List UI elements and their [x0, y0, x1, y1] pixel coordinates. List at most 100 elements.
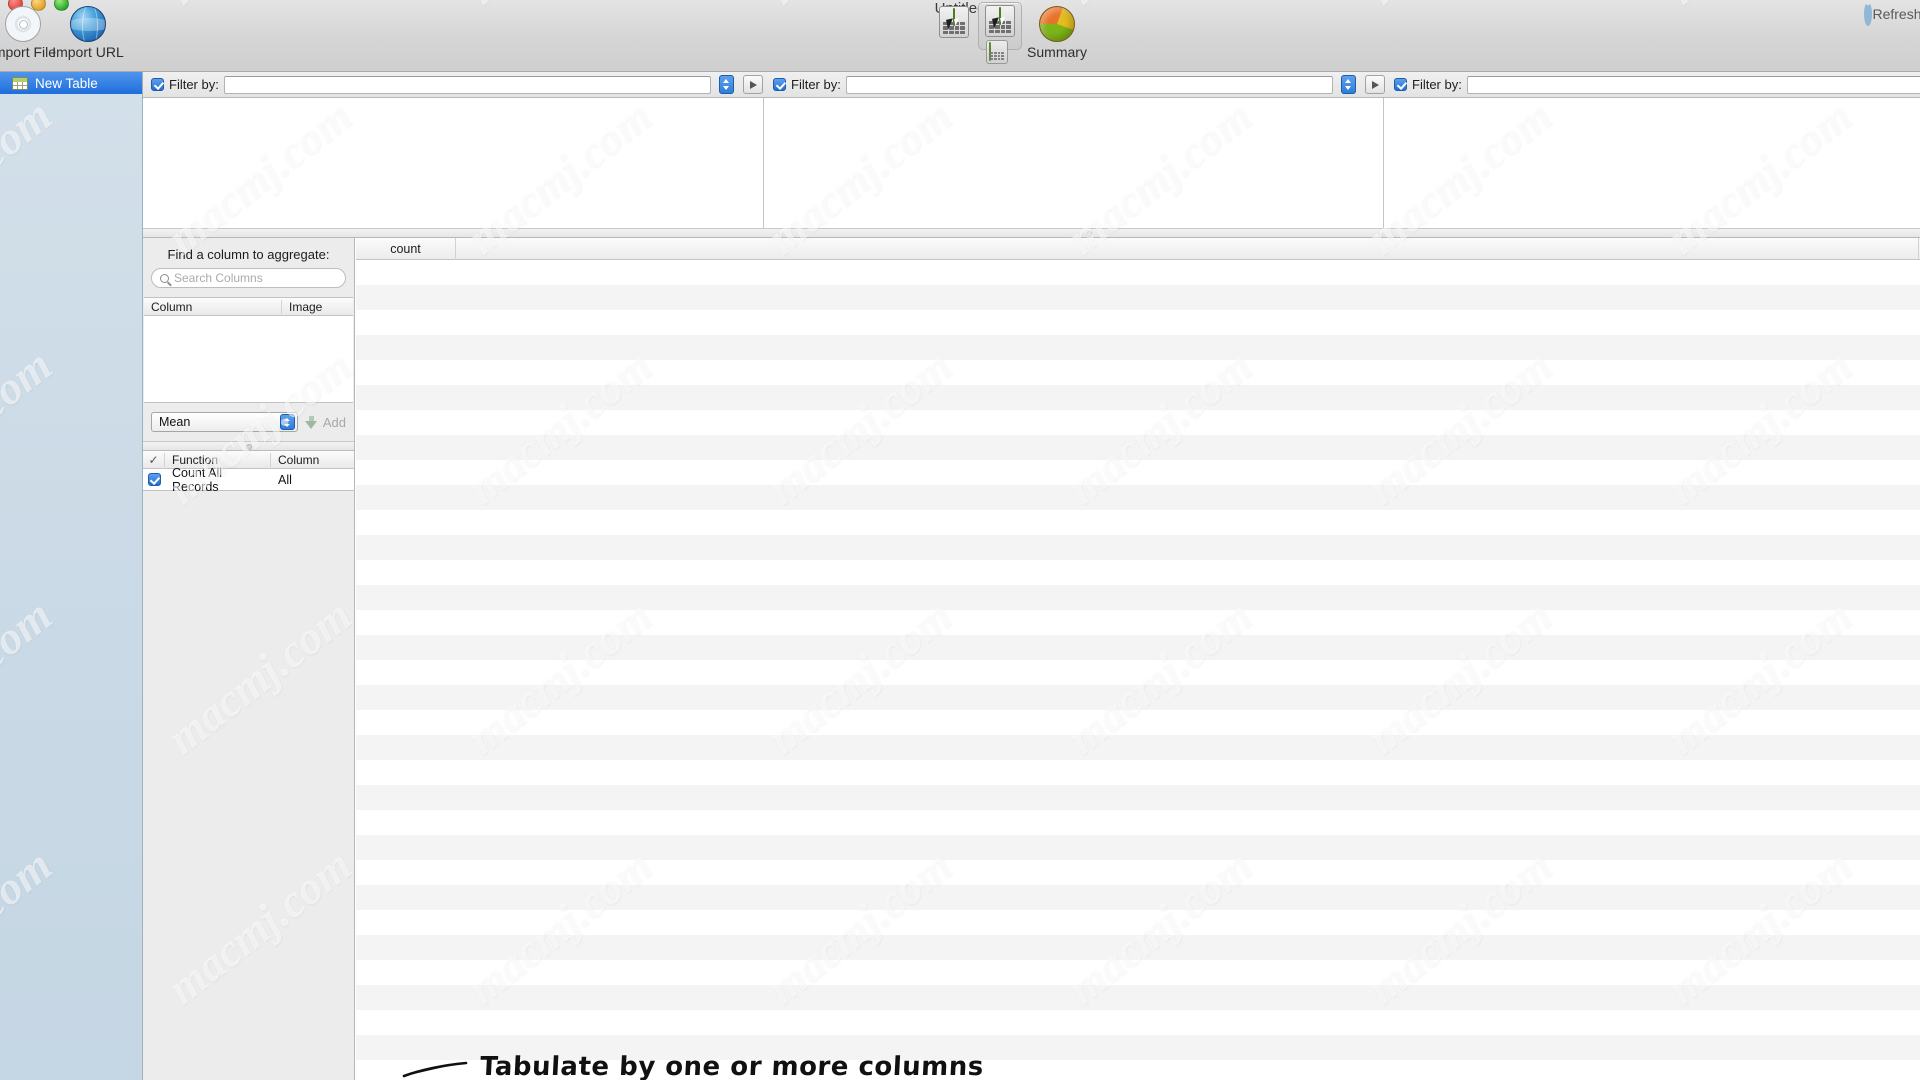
- filter-pane-3: Filter by:: [1386, 72, 1920, 97]
- result-table-row[interactable]: [356, 560, 1920, 585]
- result-table-row[interactable]: [356, 735, 1920, 760]
- toolbar-refresh[interactable]: Refresh: [1856, 2, 1920, 26]
- sidebar-item-label: New Table: [35, 75, 98, 91]
- function-header-check[interactable]: ✓: [143, 452, 165, 467]
- result-table-rows[interactable]: [356, 260, 1920, 1080]
- aggregate-controls: Mean Add: [143, 403, 354, 432]
- result-table-row[interactable]: [356, 835, 1920, 860]
- filter-input-2[interactable]: [845, 75, 1333, 94]
- column-table-header: Column Image: [144, 298, 353, 316]
- query-pane-3[interactable]: [1383, 98, 1920, 234]
- function-table-row[interactable]: Count All Records All: [143, 466, 354, 494]
- result-table-row[interactable]: [356, 1035, 1920, 1060]
- column-header-image[interactable]: Image: [282, 300, 353, 314]
- sidebar: New Table: [0, 72, 143, 1080]
- filter-input-3[interactable]: [1466, 75, 1920, 94]
- result-table-row[interactable]: [356, 910, 1920, 935]
- result-table-row[interactable]: [356, 935, 1920, 960]
- filter-stepper-2[interactable]: [1341, 75, 1356, 94]
- result-table-row[interactable]: [356, 335, 1920, 360]
- result-table-row[interactable]: [356, 535, 1920, 560]
- result-table-row[interactable]: [356, 635, 1920, 660]
- result-table-row[interactable]: [356, 310, 1920, 335]
- query-pane-2[interactable]: [763, 98, 1383, 234]
- filter-checkbox-1[interactable]: [151, 78, 164, 91]
- result-table-row[interactable]: [356, 360, 1920, 385]
- function-header-function[interactable]: Function: [165, 452, 271, 467]
- column-header-column[interactable]: Column: [144, 299, 282, 314]
- tabulate-icon: [939, 6, 969, 38]
- result-table-row[interactable]: [356, 660, 1920, 685]
- add-button[interactable]: Add: [305, 415, 346, 430]
- filter-pane-2: Filter by:: [765, 72, 1385, 97]
- tabulate-selected-icon: [985, 5, 1015, 37]
- function-header-column[interactable]: Column: [271, 453, 354, 467]
- function-row-checkbox[interactable]: [147, 473, 161, 486]
- result-table-row[interactable]: [356, 460, 1920, 485]
- column-table-body[interactable]: [144, 316, 353, 402]
- result-table-row[interactable]: [356, 985, 1920, 1010]
- function-row-column: All: [278, 472, 292, 487]
- result-table-row[interactable]: [356, 810, 1920, 835]
- result-table-row[interactable]: [356, 610, 1920, 635]
- function-row-name: Count All Records: [172, 465, 223, 494]
- search-columns-box[interactable]: [151, 268, 346, 288]
- horizontal-splitter[interactable]: [0, 228, 1920, 238]
- filter-checkbox-3[interactable]: [1394, 78, 1407, 91]
- result-table-row[interactable]: [356, 410, 1920, 435]
- filter-stepper-1[interactable]: [719, 75, 734, 94]
- result-table-row[interactable]: [356, 885, 1920, 910]
- function-select-value: Mean: [159, 415, 191, 429]
- result-header-count[interactable]: count: [356, 238, 456, 260]
- filter-checkbox-2[interactable]: [773, 78, 786, 91]
- result-table-row[interactable]: [356, 285, 1920, 310]
- globe-icon: [70, 6, 106, 42]
- result-table-row[interactable]: [356, 785, 1920, 810]
- result-table-row[interactable]: [356, 1060, 1920, 1080]
- result-table-row[interactable]: [356, 510, 1920, 535]
- app-window: Untitled Import File Import URL: [0, 0, 1920, 1080]
- filter-input-1[interactable]: [223, 75, 711, 94]
- query-pane-1[interactable]: [143, 98, 763, 234]
- result-table-row[interactable]: [356, 760, 1920, 785]
- result-table-row[interactable]: [356, 435, 1920, 460]
- search-columns-input[interactable]: [174, 271, 337, 285]
- filter-bar: Filter by: Filter by: Filter by:: [0, 72, 1920, 98]
- function-row-checkbox-cell[interactable]: [143, 473, 165, 486]
- function-select[interactable]: Mean: [151, 412, 298, 432]
- result-table-row[interactable]: [356, 585, 1920, 610]
- result-table-row[interactable]: [356, 260, 1920, 285]
- sidebar-item-new-table[interactable]: New Table: [0, 72, 142, 94]
- filter-run-button-1[interactable]: [743, 75, 763, 94]
- result-table-row[interactable]: [356, 710, 1920, 735]
- result-table-row[interactable]: [356, 860, 1920, 885]
- aggregate-splitter[interactable]: [143, 441, 354, 451]
- arrow-down-icon: [305, 415, 318, 429]
- toolbar-refresh-label: Refresh: [1872, 6, 1920, 22]
- result-table-row[interactable]: [356, 385, 1920, 410]
- query-panes: [0, 98, 1920, 234]
- toolbar-import-url[interactable]: Import URL: [51, 6, 125, 60]
- toolbar-tabulate[interactable]: [930, 6, 978, 38]
- toolbar-summary-label: Summary: [1027, 44, 1087, 60]
- result-table-row[interactable]: [356, 485, 1920, 510]
- result-table-row[interactable]: [356, 1010, 1920, 1035]
- result-header-blank[interactable]: [456, 238, 1919, 260]
- filter-run-button-2[interactable]: [1365, 75, 1385, 94]
- splitter-handle-dot[interactable]: [1086, 231, 1092, 237]
- result-table-row[interactable]: [356, 960, 1920, 985]
- result-table-header: count: [356, 238, 1920, 260]
- pie-chart-icon: [1039, 6, 1075, 42]
- aggregate-panel: Find a column to aggregate: Column Image…: [143, 238, 355, 1080]
- tabulate-ghost-icon: [986, 40, 1008, 64]
- tabulate-drag-ghost-icon: [986, 40, 1008, 64]
- result-table-row[interactable]: [356, 685, 1920, 710]
- toolbar-summary[interactable]: Summary: [1020, 6, 1094, 60]
- toolbar: Untitled Import File Import URL: [0, 0, 1920, 72]
- toolbar-import-url-label: Import URL: [52, 44, 124, 60]
- filter-label-1: Filter by:: [169, 77, 219, 92]
- function-table: ✓ Function Column Count All Records All: [143, 451, 354, 494]
- toolbar-tabulate-selected[interactable]: [977, 5, 1023, 37]
- aggregate-splitter-dot[interactable]: [245, 444, 252, 450]
- search-icon: [160, 273, 169, 283]
